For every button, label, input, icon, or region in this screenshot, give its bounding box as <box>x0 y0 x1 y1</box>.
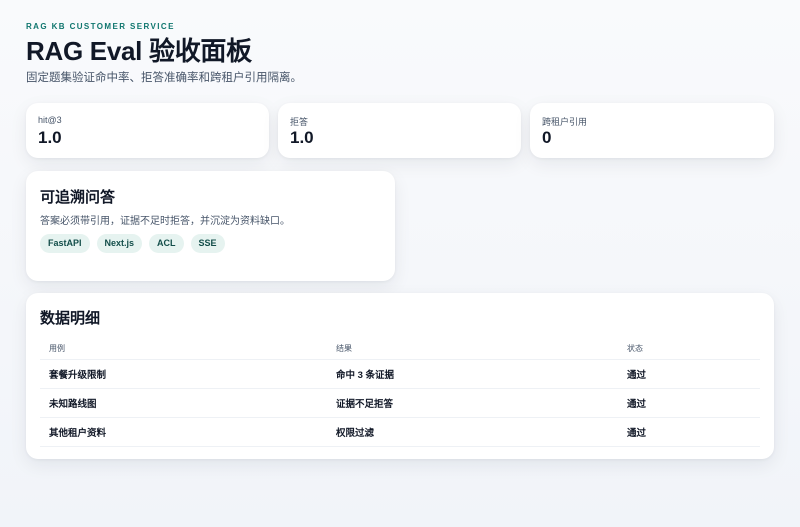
table-row: 未知路线图 证据不足拒答 通过 <box>40 388 760 418</box>
eyebrow-label: RAG KB CUSTOMER SERVICE <box>26 22 175 31</box>
metric-card-cross-tenant: 跨租户引用 0 <box>530 103 774 158</box>
cell-case: 未知路线图 <box>40 388 327 418</box>
cell-case: 其他租户资料 <box>40 417 327 447</box>
column-header-status: 状态 <box>618 337 760 360</box>
table-row: 套餐升级限制 命中 3 条证据 通过 <box>40 359 760 389</box>
metric-label: 拒答 <box>290 117 309 127</box>
cell-status: 通过 <box>618 417 760 447</box>
page-subtitle: 固定题集验证命中率、拒答准确率和跨租户引用隔离。 <box>26 72 302 84</box>
metric-card-hit3: hit@3 1.0 <box>26 103 269 158</box>
tag-nextjs: Next.js <box>96 234 143 253</box>
data-detail-table: 用例 结果 状态 套餐升级限制 命中 3 条证据 通过 未知路线图 证据不足拒答… <box>40 337 760 447</box>
table-row: 其他租户资料 权限过滤 通过 <box>40 417 760 447</box>
tag-sse: SSE <box>190 234 225 253</box>
table-header-row: 用例 结果 状态 <box>40 337 760 360</box>
tech-tag-list: FastAPI Next.js ACL SSE <box>40 234 225 253</box>
section-title: 可追溯问答 <box>40 189 116 206</box>
cell-result: 证据不足拒答 <box>327 388 618 418</box>
cell-result: 命中 3 条证据 <box>327 359 618 389</box>
metric-value: 1.0 <box>290 128 314 147</box>
metric-value: 0 <box>542 128 552 147</box>
tag-acl: ACL <box>149 234 184 253</box>
section-title: 数据明细 <box>40 310 101 327</box>
metric-card-refusal: 拒答 1.0 <box>278 103 521 158</box>
tag-fastapi: FastAPI <box>40 234 90 253</box>
cell-status: 通过 <box>618 388 760 418</box>
data-detail-card: 数据明细 用例 结果 状态 套餐升级限制 命中 3 条证据 通过 未知路线图 证… <box>26 293 774 459</box>
metric-value: 1.0 <box>38 128 62 147</box>
cell-status: 通过 <box>618 359 760 389</box>
cell-result: 权限过滤 <box>327 417 618 447</box>
column-header-case: 用例 <box>40 337 327 360</box>
section-description: 答案必须带引用，证据不足时拒答，并沉淀为资料缺口。 <box>40 216 290 227</box>
metric-label: hit@3 <box>38 115 62 125</box>
traceable-qa-card: 可追溯问答 答案必须带引用，证据不足时拒答，并沉淀为资料缺口。 FastAPI … <box>26 171 395 281</box>
column-header-result: 结果 <box>327 337 618 360</box>
metric-label: 跨租户引用 <box>542 117 588 127</box>
cell-case: 套餐升级限制 <box>40 359 327 389</box>
page-title: RAG Eval 验收面板 <box>26 36 252 66</box>
